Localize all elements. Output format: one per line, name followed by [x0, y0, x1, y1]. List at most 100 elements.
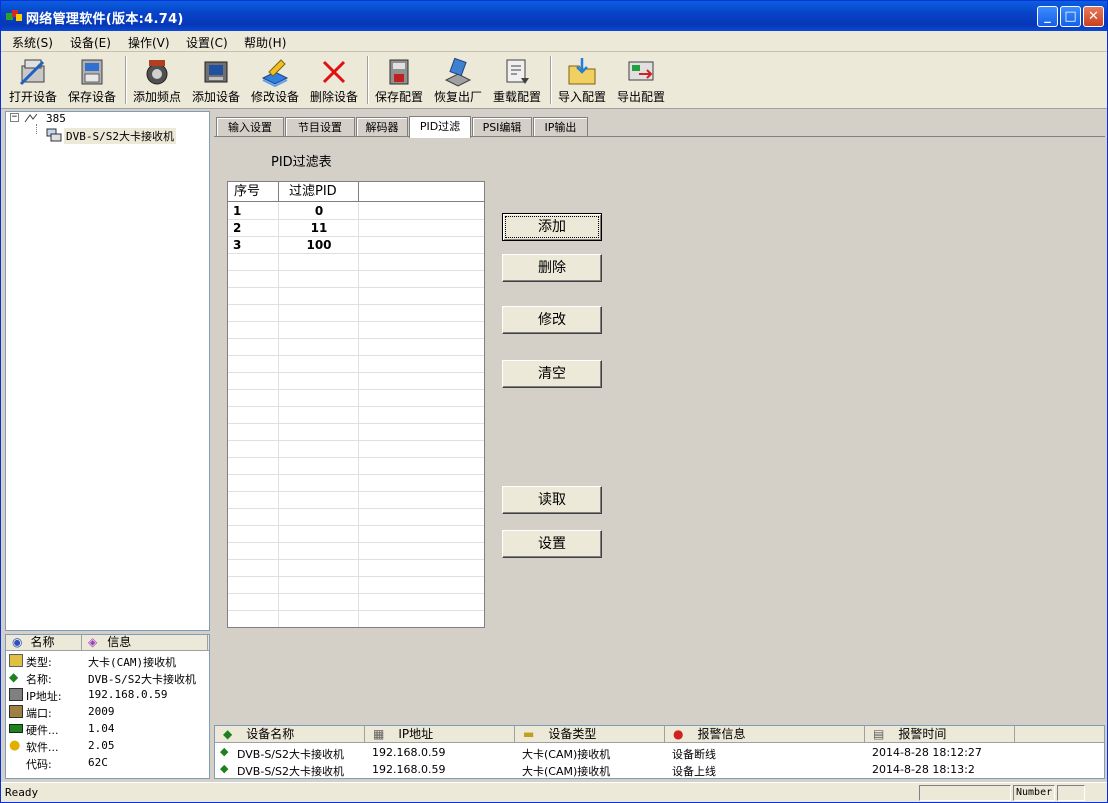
modify-button[interactable]: 修改	[502, 306, 602, 334]
menu-operate[interactable]: 操作(V)	[128, 34, 170, 51]
pid-filter-table[interactable]: 序号 过滤PID 1 0 2 11 3 100	[227, 181, 485, 628]
alarm-col-name[interactable]: ◆ 设备名称	[215, 726, 365, 743]
tree-collapse-icon[interactable]: −	[10, 113, 19, 122]
alarm-row[interactable]: ◆ DVB-S/S2大卡接收机 192.168.0.59 大卡(CAM)接收机 设备上线…	[215, 761, 1104, 778]
title-bar[interactable]: 网络管理软件(版本:4.74) _ □ ✕	[1, 1, 1107, 31]
info-col-icon: ◈	[88, 635, 98, 649]
pid-table-title: PID过滤表	[271, 155, 332, 170]
table-row[interactable]	[228, 492, 484, 509]
info-header-info[interactable]: ◈ 信息	[82, 635, 208, 651]
modify-device-button[interactable]: 修改设备	[251, 54, 299, 106]
maximize-button[interactable]: □	[1060, 6, 1081, 27]
hardware-icon	[9, 724, 23, 733]
table-row[interactable]	[228, 322, 484, 339]
info-row-hardware: 硬件... 1.04	[6, 720, 209, 737]
table-row[interactable]	[228, 271, 484, 288]
table-row[interactable]	[228, 288, 484, 305]
status-panel-empty	[919, 785, 1011, 801]
tab-pid-filter[interactable]: PID过滤	[409, 116, 471, 138]
pid-table-header: 序号 过滤PID	[228, 182, 484, 202]
reload-config-button[interactable]: 重载配置	[493, 54, 541, 106]
table-row[interactable]	[228, 543, 484, 560]
alarm-col-icon: ●	[673, 727, 684, 741]
tab-input-settings[interactable]: 输入设置	[216, 117, 284, 137]
status-number: Number	[1013, 785, 1055, 801]
menu-help[interactable]: 帮助(H)	[244, 34, 286, 51]
add-frequency-button[interactable]: 添加频点	[133, 54, 181, 106]
col-pid-header[interactable]: 过滤PID	[279, 182, 359, 202]
table-row[interactable]	[228, 339, 484, 356]
name-icon: ◆	[9, 670, 19, 684]
menu-settings[interactable]: 设置(C)	[186, 34, 228, 51]
table-row[interactable]	[228, 611, 484, 627]
device-type-col-icon: ▬	[523, 727, 535, 741]
table-row[interactable]	[228, 526, 484, 543]
minimize-button[interactable]: _	[1037, 6, 1058, 27]
table-row[interactable]	[228, 254, 484, 271]
main-panel: 输入设置 节目设置 解码器 PID过滤 PSI编辑 IP输出 PID过滤表 序号…	[214, 111, 1105, 723]
ip-col-icon: ▦	[373, 727, 385, 741]
tree-item-receiver[interactable]: DVB-S/S2大卡接收机	[64, 128, 176, 144]
delete-device-button[interactable]: 删除设备	[310, 54, 358, 106]
table-row[interactable]: 2 11	[228, 220, 484, 237]
table-row[interactable]	[228, 441, 484, 458]
table-row[interactable]: 3 100	[228, 237, 484, 254]
tab-decoder[interactable]: 解码器	[356, 117, 408, 137]
alarm-col-msg[interactable]: ● 报警信息	[665, 726, 865, 743]
alarm-cell-name: DVB-S/S2大卡接收机	[237, 765, 344, 778]
alarm-col-ip[interactable]: ▦ IP地址	[365, 726, 515, 743]
add-button[interactable]: 添加	[502, 213, 602, 241]
import-config-button[interactable]: 导入配置	[558, 54, 606, 106]
table-row[interactable]	[228, 458, 484, 475]
alarm-list[interactable]: ◆ 设备名称 ▦ IP地址 ▬ 设备类型 ● 报警信息 ▤ 报警时间 ◆ DVB-S/S2大…	[214, 725, 1105, 779]
menu-device[interactable]: 设备(E)	[70, 34, 111, 51]
table-row[interactable]	[228, 356, 484, 373]
tab-ip-output[interactable]: IP输出	[533, 117, 588, 137]
table-row[interactable]: 10	[228, 203, 484, 220]
device-tree[interactable]: − 385 DVB-S/S2大卡接收机	[5, 111, 210, 631]
save-config-icon	[389, 59, 409, 85]
menu-system[interactable]: 系统(S)	[12, 34, 53, 51]
alarm-cell-ip: 192.168.0.59	[372, 763, 446, 776]
info-header-name[interactable]: ◉ 名称	[6, 635, 82, 651]
delete-button[interactable]: 删除	[502, 254, 602, 282]
table-row[interactable]	[228, 560, 484, 577]
info-row-software: ● 软件... 2.05	[9, 738, 115, 754]
status-bar: Ready Number	[1, 782, 1107, 802]
alarm-cell-type: 大卡(CAM)接收机	[522, 765, 611, 778]
set-button[interactable]: 设置	[502, 530, 602, 558]
delete-icon	[322, 60, 346, 84]
table-row[interactable]	[228, 407, 484, 424]
add-device-button[interactable]: 添加设备	[192, 54, 240, 106]
alarm-col-time[interactable]: ▤ 报警时间	[865, 726, 1015, 743]
alarm-row[interactable]: ◆ DVB-S/S2大卡接收机 192.168.0.59 大卡(CAM)接收机 设备断线…	[215, 744, 1104, 761]
ip-icon	[9, 688, 23, 701]
save-config-button[interactable]: 保存配置	[375, 54, 423, 106]
tree-root-label[interactable]: 385	[46, 112, 66, 125]
col-index-header[interactable]: 序号	[228, 182, 279, 202]
table-row[interactable]	[228, 577, 484, 594]
table-row[interactable]	[228, 390, 484, 407]
table-row[interactable]	[228, 305, 484, 322]
alarm-col-type[interactable]: ▬ 设备类型	[515, 726, 665, 743]
open-device-button[interactable]: 打开设备	[9, 54, 57, 106]
add-frequency-icon	[146, 60, 168, 85]
table-row[interactable]	[228, 509, 484, 526]
tab-psi-edit[interactable]: PSI编辑	[472, 117, 532, 137]
alarm-header: ◆ 设备名称 ▦ IP地址 ▬ 设备类型 ● 报警信息 ▤ 报警时间	[215, 726, 1104, 743]
table-row[interactable]	[228, 475, 484, 492]
status-text: Ready	[5, 786, 39, 799]
clear-button[interactable]: 清空	[502, 360, 602, 388]
tab-program-settings[interactable]: 节目设置	[285, 117, 355, 137]
open-device-icon	[19, 59, 45, 86]
table-row[interactable]	[228, 424, 484, 441]
factory-reset-button[interactable]: 恢复出厂	[434, 54, 482, 106]
export-config-button[interactable]: 导出配置	[617, 54, 665, 106]
save-device-button[interactable]: 保存设备	[68, 54, 116, 106]
read-button[interactable]: 读取	[502, 486, 602, 514]
table-row[interactable]	[228, 594, 484, 611]
info-row-port: 端口: 2009	[6, 703, 209, 720]
table-row[interactable]	[228, 373, 484, 390]
close-button[interactable]: ✕	[1083, 6, 1104, 27]
info-row-ip: IP地址: 192.168.0.59	[6, 686, 209, 703]
